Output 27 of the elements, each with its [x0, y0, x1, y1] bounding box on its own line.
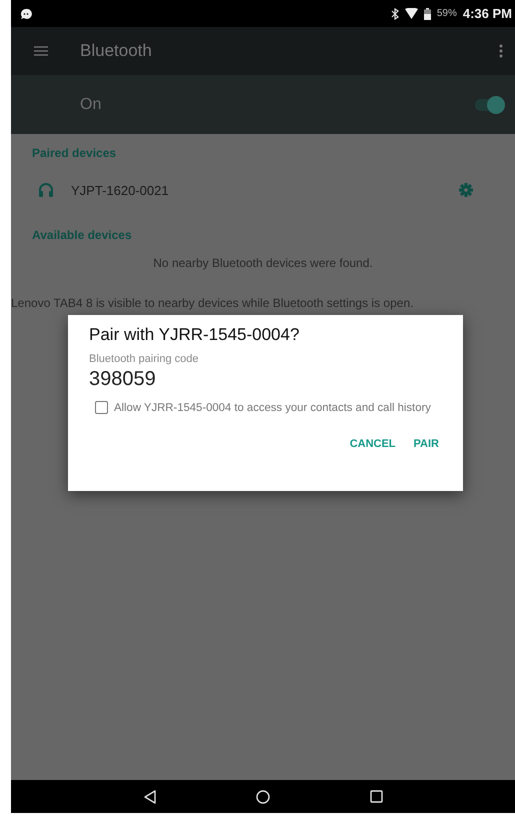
- toggle-switch[interactable]: [475, 98, 503, 110]
- more-options-icon[interactable]: [499, 44, 503, 58]
- section-header: Paired devices: [32, 146, 118, 160]
- menu-icon[interactable]: [34, 46, 48, 56]
- visibility-note: Lenovo TAB4 8 is visible to nearby devices while Bluetooth settings is open.: [11, 296, 414, 310]
- section-header: Available devices: [32, 228, 133, 242]
- chat-icon: [20, 8, 32, 20]
- pairing-code: 398059: [89, 368, 157, 391]
- app-bar-title: Bluetooth: [80, 41, 152, 61]
- checkbox-label: Allow YJRR-1545-0004 to access your contacts and call history: [114, 402, 431, 414]
- home-icon[interactable]: [256, 790, 270, 804]
- dialog-button[interactable]: CANCEL: [344, 434, 402, 454]
- dialog-button[interactable]: PAIR: [408, 434, 445, 454]
- recents-icon[interactable]: [370, 790, 382, 803]
- battery-percent: 59%: [436, 8, 457, 19]
- back-icon[interactable]: [144, 790, 156, 804]
- code-label: Bluetooth pairing code: [89, 353, 200, 365]
- device-name[interactable]: YJPT-1620-0021: [71, 182, 169, 198]
- switch-label: On: [80, 96, 102, 114]
- clock: 4:36 PM: [462, 6, 512, 21]
- bluetooth-icon: [390, 8, 399, 20]
- headphones-icon: [39, 183, 53, 197]
- dialog-title: Pair with YJRR-1545-0004?: [89, 325, 300, 345]
- checkbox[interactable]: [95, 401, 108, 414]
- empty-message: No nearby Bluetooth devices were found.: [152, 256, 374, 270]
- wifi-icon: [404, 8, 418, 19]
- battery-icon: [424, 8, 431, 20]
